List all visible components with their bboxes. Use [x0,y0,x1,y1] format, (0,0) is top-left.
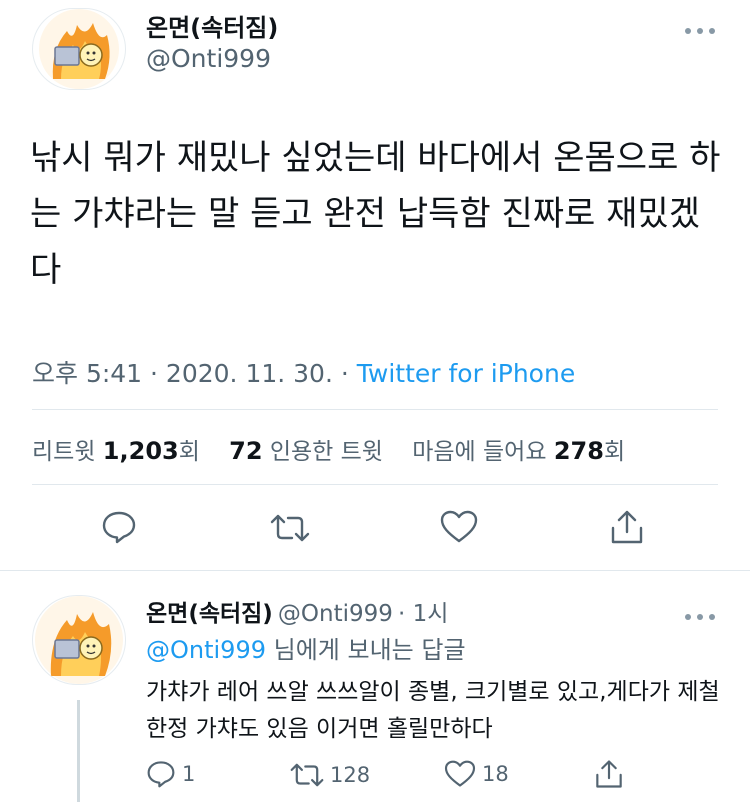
reply-retweet-count: 128 [330,763,371,787]
tweet-text: 낚시 뭐가 재밌나 싶었는데 바다에서 온몸으로 하는 가챠라는 말 듣고 완전… [30,138,721,290]
tweet-stats: 리트윗 1,203회 72 인용한 트윗 마음에 들어요 278회 [32,432,625,466]
reply-display-name[interactable]: 온면(속터짐) [146,601,273,627]
share-icon[interactable] [594,758,624,790]
more-dots-icon[interactable] [684,600,716,628]
reply-bubble-icon[interactable] [101,510,137,544]
handle[interactable]: @Onti999 [146,44,271,73]
heart-icon [444,760,476,788]
retweet-suffix: 회 [178,439,200,465]
reply-like-count: 18 [482,762,509,786]
quotes-stat[interactable]: 72 인용한 트윗 [229,437,383,465]
reply-time[interactable]: · 1시 [398,601,448,627]
reply-header: 온면(속터짐) @Onti999 · 1시 [146,594,448,628]
reply-avatar[interactable] [32,595,126,685]
retweet-icon[interactable] [270,512,310,544]
reply-bubble-icon [146,760,176,788]
reply-mention-link[interactable]: @Onti999 [146,636,266,664]
reply-action-reply[interactable]: 1 [146,760,195,788]
retweets-stat[interactable]: 리트윗 1,203회 [32,437,200,465]
retweet-icon [290,761,324,789]
like-label: 마음에 들어요 [412,439,554,465]
like-suffix: 회 [603,439,626,465]
reply-text: 가챠가 레어 쓰알 쓰쓰알이 종별, 크기별로 있고,게다가 제철 한정 가챠도… [146,679,720,742]
reply-to-label: 님에게 보내는 답글 [266,636,466,664]
timestamp-text[interactable]: 오후 5:41 · 2020. 11. 30. · [32,359,357,388]
replying-to: @Onti999 님에게 보내는 답글 [146,630,466,665]
tweet-timestamp: 오후 5:41 · 2020. 11. 30. · Twitter for iP… [32,354,575,390]
quote-count: 72 [229,437,263,465]
retweet-label: 리트윗 [32,439,103,465]
source-link[interactable]: Twitter for iPhone [357,359,575,388]
more-dots-icon[interactable] [684,14,716,42]
like-count: 278 [553,437,604,465]
avatar-illustration [39,9,119,89]
section-divider [0,570,750,571]
divider [32,409,718,410]
retweet-count: 1,203 [102,437,179,465]
reply-action-retweet[interactable]: 128 [290,761,370,789]
avatar[interactable] [32,8,126,90]
share-icon[interactable] [609,508,645,546]
divider [32,484,718,485]
likes-stat[interactable]: 마음에 들어요 278회 [412,437,626,465]
thread-line [77,700,80,802]
heart-icon[interactable] [440,510,478,544]
display-name[interactable]: 온면(속터짐) [146,8,278,43]
reply-handle[interactable]: @Onti999 [278,601,393,627]
avatar-illustration [35,596,123,684]
reply-action-like[interactable]: 18 [444,760,509,788]
reply-count: 1 [182,762,196,786]
quote-label: 인용한 트윗 [262,439,383,465]
